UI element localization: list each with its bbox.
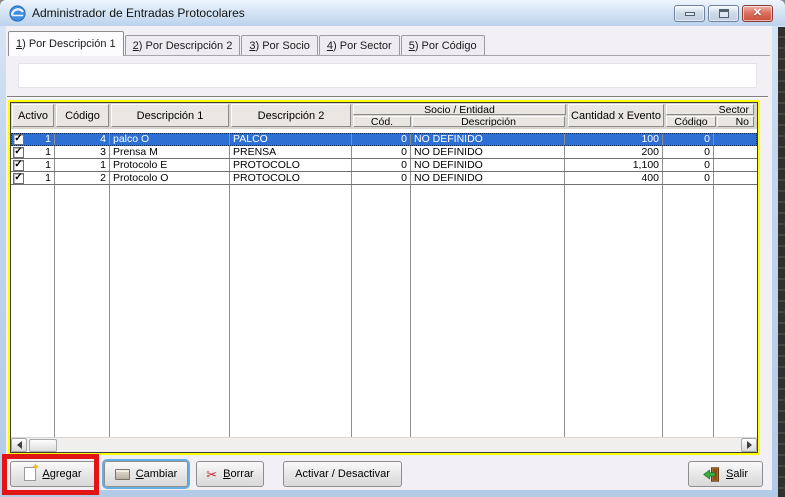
tab-por-descripcion-1[interactable]: 1) Por Descripción 1: [8, 31, 124, 56]
activar-desactivar-button[interactable]: Activar / Desactivar: [283, 461, 402, 487]
borrar-button[interactable]: Borrar: [196, 461, 264, 487]
cell-sector-codigo: 0: [663, 146, 714, 158]
column-header-sector-codigo[interactable]: Código: [666, 116, 716, 127]
cell-socio-cod: 0: [352, 133, 411, 145]
grid-empty-area: [11, 185, 757, 437]
cell-socio-cod: 0: [352, 172, 411, 184]
client-area: 1) Por Descripción 1 2) Por Descripción …: [6, 26, 772, 490]
cell-activo: 1: [11, 159, 55, 171]
cell-descripcion-2: PROTOCOLO: [230, 172, 352, 184]
data-grid: Activo Código Descripción 1 Descripción …: [10, 102, 758, 453]
active-checkbox[interactable]: [13, 134, 24, 145]
table-row[interactable]: 1 4 palco O PALCO 0 NO DEFINIDO 100 0: [11, 133, 757, 146]
cell-sector-codigo: 0: [663, 172, 714, 184]
cell-cantidad: 400: [565, 172, 663, 184]
tab-por-codigo[interactable]: 5) Por Código: [401, 35, 485, 55]
cell-sector-nombre: [714, 159, 757, 171]
column-header-activo[interactable]: Activo: [12, 104, 54, 127]
cell-sector-nombre: [714, 146, 757, 158]
cell-descripcion-1: Prensa M: [110, 146, 230, 158]
minimize-button[interactable]: [674, 5, 705, 22]
cell-codigo: 2: [55, 172, 110, 184]
cell-sector-nombre: [714, 133, 757, 145]
filter-input[interactable]: [18, 63, 757, 88]
tab-por-descripcion-2[interactable]: 2) Por Descripción 2: [125, 35, 241, 55]
data-grid-frame: Activo Código Descripción 1 Descripción …: [8, 100, 760, 455]
maximize-button[interactable]: [708, 5, 739, 22]
cell-cantidad: 1,100: [565, 159, 663, 171]
active-checkbox[interactable]: [13, 160, 24, 171]
close-button[interactable]: [742, 5, 773, 22]
scissors-icon: [206, 468, 217, 481]
new-document-icon: [24, 467, 36, 481]
cell-cantidad: 200: [565, 146, 663, 158]
active-checkbox[interactable]: [13, 173, 24, 184]
cell-cantidad: 100: [565, 133, 663, 145]
cell-descripcion-2: PALCO: [230, 133, 352, 145]
table-row[interactable]: 1 2 Protocolo O PROTOCOLO 0 NO DEFINIDO …: [11, 172, 757, 185]
cell-codigo: 4: [55, 133, 110, 145]
grid-header: Activo Código Descripción 1 Descripción …: [11, 103, 757, 129]
cell-activo: 1: [11, 172, 55, 184]
column-header-socio-cod[interactable]: Cód.: [353, 116, 411, 127]
tab-por-socio[interactable]: 3) Por Socio: [241, 35, 318, 55]
cell-descripcion-1: palco O: [110, 133, 230, 145]
cell-sector-nombre: [714, 172, 757, 184]
table-row[interactable]: 1 3 Prensa M PRENSA 0 NO DEFINIDO 200 0: [11, 146, 757, 159]
scroll-left-icon: [17, 441, 22, 449]
cell-codigo: 1: [55, 159, 110, 171]
cell-socio-descripcion: NO DEFINIDO: [411, 146, 565, 158]
cell-socio-descripcion: NO DEFINIDO: [411, 159, 565, 171]
column-header-sector-nombre[interactable]: No: [717, 116, 754, 127]
column-header-descripcion-2[interactable]: Descripción 2: [231, 104, 351, 127]
minimize-icon: [685, 12, 695, 16]
column-header-descripcion-1[interactable]: Descripción 1: [111, 104, 229, 127]
app-window: Administrador de Entradas Protocolares 1…: [0, 0, 785, 497]
cell-descripcion-2: PRENSA: [230, 146, 352, 158]
scroll-right-icon: [747, 441, 752, 449]
scroll-right-button[interactable]: [741, 438, 757, 452]
cell-sector-codigo: 0: [663, 133, 714, 145]
scroll-left-button[interactable]: [11, 438, 27, 452]
column-group-sector: Sector Código No: [666, 104, 754, 127]
tab-por-sector[interactable]: 4) Por Sector: [319, 35, 400, 55]
agregar-button[interactable]: Agregar: [10, 461, 96, 487]
cell-codigo: 3: [55, 146, 110, 158]
column-header-socio-descripcion[interactable]: Descripción: [412, 116, 565, 127]
cell-descripcion-1: Protocolo O: [110, 172, 230, 184]
cell-socio-cod: 0: [352, 159, 411, 171]
app-icon: [9, 5, 26, 22]
column-header-codigo[interactable]: Código: [56, 104, 109, 127]
column-header-cantidad-evento[interactable]: Cantidad x Evento: [568, 104, 664, 127]
maximize-icon: [719, 9, 729, 18]
table-row[interactable]: 1 1 Protocolo E PROTOCOLO 0 NO DEFINIDO …: [11, 159, 757, 172]
active-checkbox[interactable]: [13, 147, 24, 158]
cell-activo: 1: [11, 133, 55, 145]
background-app-strip: [778, 27, 785, 497]
cell-socio-descripcion: NO DEFINIDO: [411, 133, 565, 145]
column-header-sector[interactable]: Sector: [666, 104, 754, 115]
salir-button[interactable]: Salir: [688, 461, 763, 487]
close-icon: [753, 8, 762, 19]
edit-device-icon: [115, 469, 130, 480]
cell-socio-descripcion: NO DEFINIDO: [411, 172, 565, 184]
column-group-socio-entidad: Socio / Entidad Cód. Descripción: [353, 104, 566, 127]
divider-line: [7, 96, 768, 98]
cell-descripcion-1: Protocolo E: [110, 159, 230, 171]
tab-bar: 1) Por Descripción 1 2) Por Descripción …: [8, 30, 770, 56]
cell-socio-cod: 0: [352, 146, 411, 158]
titlebar[interactable]: Administrador de Entradas Protocolares: [0, 0, 785, 26]
cell-activo: 1: [11, 146, 55, 158]
column-header-socio-entidad[interactable]: Socio / Entidad: [353, 104, 566, 115]
scrollbar-thumb[interactable]: [29, 439, 57, 452]
exit-door-icon: [703, 467, 720, 482]
grid-rows-area: 1 4 palco O PALCO 0 NO DEFINIDO 100 0 1 …: [11, 129, 757, 437]
horizontal-scrollbar[interactable]: [11, 437, 757, 452]
cambiar-button[interactable]: Cambiar: [104, 461, 188, 487]
cell-descripcion-2: PROTOCOLO: [230, 159, 352, 171]
window-title: Administrador de Entradas Protocolares: [32, 6, 245, 20]
cell-sector-codigo: 0: [663, 159, 714, 171]
